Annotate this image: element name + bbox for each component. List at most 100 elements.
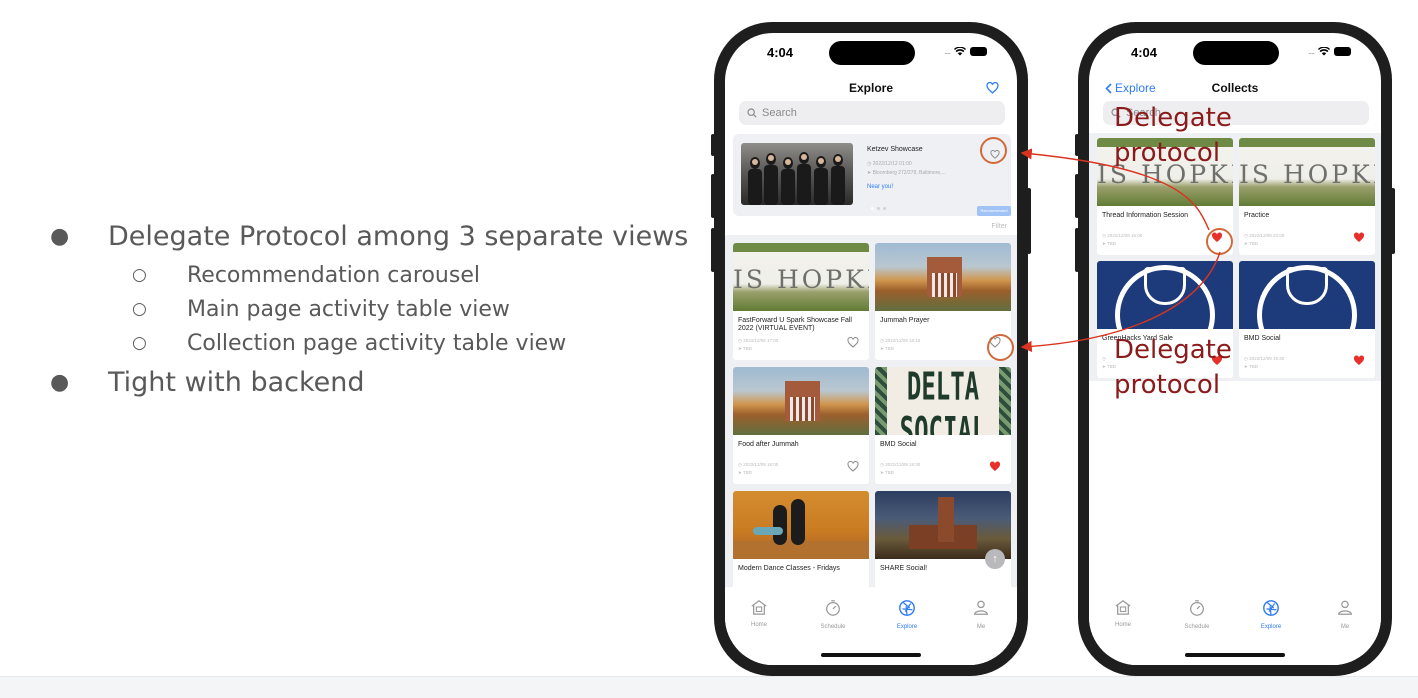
card-title: BMD Social <box>880 441 917 448</box>
tab-me[interactable]: Me <box>1315 599 1375 630</box>
card-location: ➤ TBD <box>738 470 752 475</box>
house-icon <box>1115 600 1131 615</box>
wifi-icon <box>1318 46 1330 55</box>
dynamic-island <box>829 41 915 65</box>
tab-schedule[interactable]: Schedule <box>1167 599 1227 630</box>
sub-bullet-circle-icon: ○ <box>132 265 147 285</box>
card-location: ➤ TBD <box>1244 241 1258 246</box>
house-icon <box>751 600 767 615</box>
tab-label: Explore <box>1260 624 1282 630</box>
card-date: ◷ 2022/12/08 17:00 <box>738 338 779 343</box>
activity-card[interactable]: DELTA SOCIAL BMD Social ◷ 2022/12/09 19:… <box>875 367 1011 484</box>
recommendation-carousel[interactable]: Ketzev Showcase ◷ 2022/12/12 01:00 ➤ Blo… <box>733 134 1011 216</box>
highlight-circle <box>1206 228 1233 255</box>
person-icon <box>974 600 988 615</box>
card-location: ➤ TBD <box>880 470 894 475</box>
card-title: Food after Jummah <box>738 441 799 448</box>
status-icons: .... <box>1308 46 1351 56</box>
event-image <box>733 491 869 559</box>
card-date: ◷ 2022/12/08 22:00 <box>1244 233 1285 238</box>
status-icons: .... <box>944 46 987 56</box>
card-location: ➤ TBD <box>1244 364 1258 369</box>
magnifier-icon <box>747 108 757 118</box>
tab-home[interactable]: Home <box>1093 599 1153 628</box>
phone-side-button <box>1027 188 1031 254</box>
collection-card[interactable]: IS HOPKI Practice ◷ 2022/12/08 22:00 ➤ T… <box>1239 138 1375 255</box>
timer-icon <box>1190 600 1204 616</box>
near-you-label: Near you! <box>867 184 894 190</box>
phone-side-button <box>1391 188 1395 254</box>
timer-icon <box>826 600 840 616</box>
tab-label: Me <box>1340 624 1350 630</box>
phone-side-button <box>1075 134 1079 156</box>
highlight-circle <box>987 334 1014 361</box>
tab-schedule[interactable]: Schedule <box>803 599 863 630</box>
bullet-text: Tight with backend <box>108 366 365 398</box>
carousel-event-photo <box>741 143 853 205</box>
heart-icon[interactable] <box>847 335 859 353</box>
aperture-icon <box>899 600 915 616</box>
activity-card[interactable]: IS HOPKI FastForward U Spark Showcase Fa… <box>733 243 869 360</box>
bullet-text: Delegate Protocol among 3 separate views <box>108 220 689 252</box>
heart-filled-icon[interactable] <box>1353 230 1365 248</box>
event-image <box>875 243 1011 311</box>
collection-card[interactable]: BMD Social ◷ 2022/12/09 19:30 ➤ TBD <box>1239 261 1375 378</box>
phone-side-button <box>1075 174 1079 218</box>
signal-icon: .... <box>1307 46 1315 56</box>
annotation-top: Delegate protocol <box>1114 103 1232 168</box>
carousel-event-title: Ketzev Showcase <box>867 146 923 153</box>
card-date: ◷ <box>1102 356 1106 361</box>
phone-side-button <box>1075 228 1079 272</box>
search-input[interactable]: Search <box>739 101 1005 125</box>
sub-bullet-item: ○ Main page activity table view <box>50 292 688 326</box>
dynamic-island <box>1193 41 1279 65</box>
scroll-to-top-button[interactable]: ↑ <box>985 549 1005 569</box>
card-title: Thread Information Session <box>1102 212 1188 219</box>
card-date: ◷ 2022/12/09 19:30 <box>1244 356 1285 361</box>
card-location: ➤ TBD <box>880 346 894 351</box>
tab-bar: Home Schedule Explore Me <box>1089 587 1381 665</box>
status-time: 4:04 <box>1131 45 1158 60</box>
tab-label: Home <box>1114 622 1131 628</box>
carousel-event-date: ◷ 2022/12/12 01:00 <box>867 161 912 167</box>
recommended-tag: Recommended <box>977 206 1011 216</box>
event-image <box>1239 261 1375 329</box>
sub-bullet-item: ○ Collection page activity table view <box>50 326 688 360</box>
tab-explore[interactable]: Explore <box>877 599 937 630</box>
card-title: FastForward U Spark Showcase Fall 2022 (… <box>738 317 852 332</box>
card-title: Practice <box>1244 212 1270 219</box>
sub-bullet-circle-icon: ○ <box>132 333 147 353</box>
card-location: ➤ TBD <box>1102 241 1116 246</box>
favorites-heart-icon[interactable] <box>986 81 999 99</box>
search-placeholder: Search <box>762 107 797 119</box>
filter-button[interactable]: Filter <box>991 223 1007 230</box>
heart-filled-icon[interactable] <box>989 459 1001 477</box>
status-bar: 4:04 .... <box>725 33 1017 73</box>
tab-explore[interactable]: Explore <box>1241 599 1301 630</box>
heart-icon[interactable] <box>847 459 859 477</box>
slide: ● Delegate Protocol among 3 separate view… <box>0 0 1418 698</box>
bullet-item: ● Delegate Protocol among 3 separate view… <box>50 214 688 258</box>
phone-side-button <box>711 174 715 218</box>
tab-home[interactable]: Home <box>729 599 789 628</box>
carousel-event-location: ➤ Bloomberg 272/278, Baltimore,... <box>867 170 946 176</box>
phone-explore: 4:04 .... Explore Search Ketzev Showcase… <box>711 22 1031 676</box>
sub-bullet-text: Collection page activity table view <box>187 330 567 356</box>
carousel-page-dots[interactable] <box>871 207 886 210</box>
tab-me[interactable]: Me <box>951 599 1011 630</box>
event-image: IS HOPKI <box>733 243 869 311</box>
activity-card[interactable]: Food after Jummah ◷ 2022/12/09 16:00 ➤ T… <box>733 367 869 484</box>
tab-label: Explore <box>896 624 918 630</box>
card-date: ◷ 2022/12/09 16:00 <box>738 462 779 467</box>
highlight-circle <box>980 137 1007 164</box>
phone-side-button <box>711 228 715 272</box>
card-date: ◷ 2022/12/08 16:00 <box>1102 233 1143 238</box>
heart-filled-icon[interactable] <box>1353 353 1365 371</box>
footer-band <box>0 676 1418 698</box>
card-title: Modern Dance Classes - Fridays <box>738 565 840 572</box>
tab-bar: Home Schedule Explore Me <box>725 587 1017 665</box>
battery-icon <box>1334 46 1351 56</box>
event-image: DELTA SOCIAL <box>875 367 1011 435</box>
sub-bullet-text: Recommendation carousel <box>187 262 480 288</box>
event-image: IS HOPKI <box>1239 138 1375 206</box>
